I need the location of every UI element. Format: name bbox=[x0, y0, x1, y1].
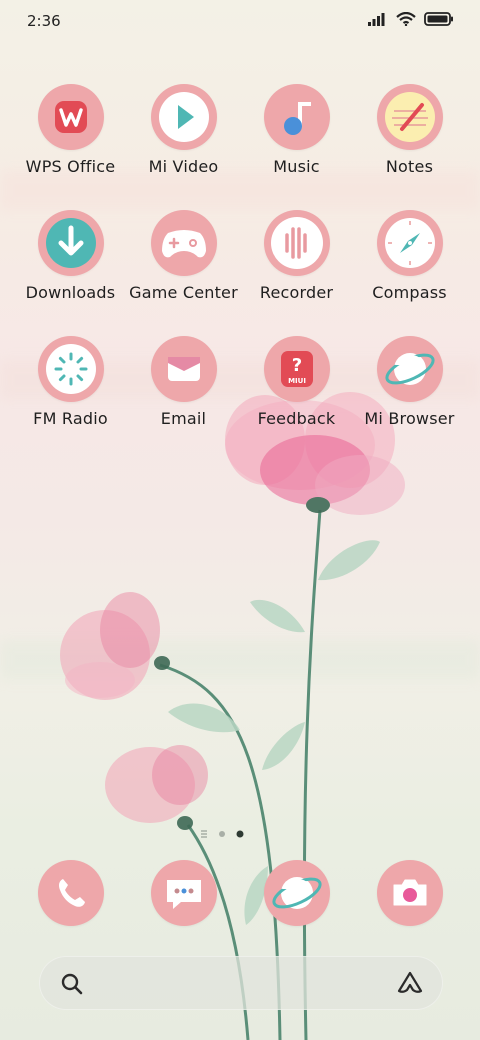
page-dot bbox=[219, 831, 225, 837]
signal-icon bbox=[368, 13, 385, 26]
phone-icon bbox=[37, 860, 104, 926]
background-wash bbox=[0, 170, 480, 210]
app-wps-office[interactable]: WPS Office bbox=[14, 84, 127, 176]
dock-camera[interactable] bbox=[353, 860, 466, 926]
radio-dial-icon bbox=[37, 336, 104, 402]
feedback-glyph: ? bbox=[291, 355, 301, 376]
music-note-icon bbox=[263, 84, 330, 150]
assistant-icon[interactable] bbox=[397, 971, 423, 995]
camera-icon bbox=[376, 860, 443, 926]
app-label: WPS Office bbox=[25, 157, 116, 176]
app-label: Compass bbox=[372, 283, 447, 302]
app-feedback[interactable]: ? MIUI Feedback bbox=[240, 336, 353, 428]
home-menu-icon bbox=[201, 830, 207, 838]
page-indicator[interactable] bbox=[0, 827, 480, 841]
app-mi-video[interactable]: Mi Video bbox=[127, 84, 240, 176]
page-dot-active bbox=[236, 830, 244, 838]
dock-browser[interactable] bbox=[240, 860, 353, 926]
app-compass[interactable]: Compass bbox=[353, 210, 466, 302]
app-label: Recorder bbox=[259, 283, 334, 302]
app-label: FM Radio bbox=[33, 409, 108, 428]
wifi-icon bbox=[396, 12, 416, 26]
feedback-icon: ? MIUI bbox=[263, 336, 330, 402]
wps-office-icon bbox=[37, 84, 104, 150]
background-wash bbox=[0, 640, 480, 680]
app-music[interactable]: Music bbox=[240, 84, 353, 176]
play-icon bbox=[150, 84, 217, 150]
download-arrow-icon bbox=[37, 210, 104, 276]
app-label: Email bbox=[160, 409, 207, 428]
notepad-pencil-icon bbox=[376, 84, 443, 150]
dock-messaging[interactable] bbox=[127, 860, 240, 926]
app-downloads[interactable]: Downloads bbox=[14, 210, 127, 302]
app-label: Mi Video bbox=[148, 157, 219, 176]
app-label: Mi Browser bbox=[364, 409, 455, 428]
search-icon bbox=[61, 973, 83, 995]
app-label: Game Center bbox=[129, 283, 238, 302]
app-label: Notes bbox=[385, 157, 434, 176]
app-mi-browser[interactable]: Mi Browser bbox=[353, 336, 466, 428]
compass-icon bbox=[376, 210, 443, 276]
planet-icon bbox=[376, 336, 443, 402]
search-bar[interactable] bbox=[39, 956, 443, 1010]
app-game-center[interactable]: Game Center bbox=[127, 210, 240, 302]
app-label: Feedback bbox=[257, 409, 336, 428]
dock-phone[interactable] bbox=[14, 860, 127, 926]
feedback-badge: MIUI bbox=[288, 377, 306, 385]
app-email[interactable]: Email bbox=[127, 336, 240, 428]
sound-wave-icon bbox=[263, 210, 330, 276]
envelope-icon bbox=[150, 336, 217, 402]
status-time: 2:36 bbox=[27, 12, 61, 30]
chat-bubble-icon bbox=[150, 860, 217, 926]
battery-icon bbox=[424, 12, 453, 26]
gamepad-icon bbox=[150, 210, 217, 276]
app-label: Downloads bbox=[25, 283, 116, 302]
planet-icon bbox=[263, 860, 330, 926]
app-label: Music bbox=[273, 157, 320, 176]
app-fm-radio[interactable]: FM Radio bbox=[14, 336, 127, 428]
app-notes[interactable]: Notes bbox=[353, 84, 466, 176]
status-bar: 2:36 bbox=[0, 0, 480, 44]
app-recorder[interactable]: Recorder bbox=[240, 210, 353, 302]
